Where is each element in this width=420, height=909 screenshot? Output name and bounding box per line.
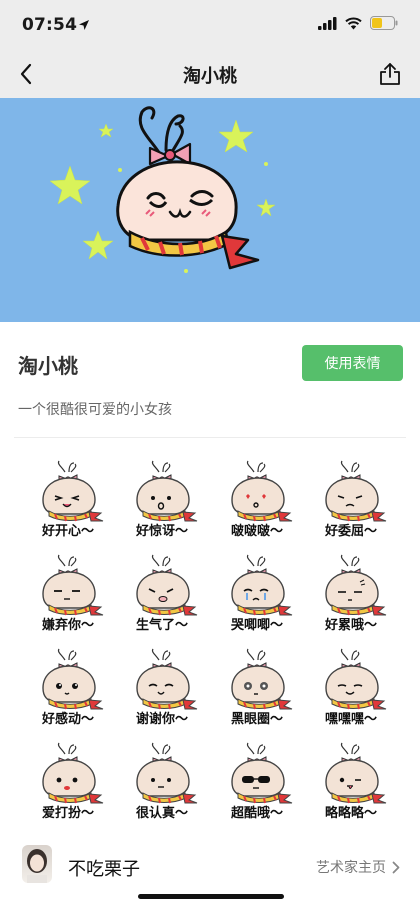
- sticker-caption: 好累哦～: [324, 618, 377, 633]
- sticker-item[interactable]: 好委屈～: [304, 460, 398, 550]
- sticker-face-icon: [325, 648, 387, 710]
- sticker-caption: 好惊讶～: [135, 524, 188, 539]
- sticker-item[interactable]: 生气了～: [115, 554, 209, 644]
- sticker-face-icon: [136, 460, 198, 522]
- sticker-caption: 嘿嘿嘿～: [324, 712, 377, 727]
- sticker-face-icon: [42, 460, 104, 522]
- sticker-item[interactable]: 好感动～: [21, 648, 115, 738]
- sticker-item[interactable]: 超酷哦～: [210, 742, 304, 832]
- share-icon: [380, 63, 400, 85]
- divider: [14, 437, 406, 438]
- sticker-item[interactable]: 嘿嘿嘿～: [304, 648, 398, 738]
- sticker-item[interactable]: 啵啵啵～: [210, 460, 304, 550]
- sticker-item[interactable]: 谢谢你～: [115, 648, 209, 738]
- page-title: 淘小桃: [183, 66, 237, 87]
- sticker-caption: 黑眼圈～: [230, 712, 283, 727]
- sticker-caption: 哭唧唧～: [230, 618, 283, 633]
- sticker-caption: 爱打扮～: [41, 806, 94, 821]
- location-arrow-icon: [79, 20, 89, 30]
- sticker-face-icon: [325, 742, 387, 804]
- wifi-icon: [345, 16, 362, 29]
- sticker-item[interactable]: 哭唧唧～: [210, 554, 304, 644]
- sticker-item[interactable]: 爱打扮～: [21, 742, 115, 832]
- sticker-item[interactable]: 好开心～: [21, 460, 115, 550]
- share-button[interactable]: [374, 58, 406, 90]
- sticker-item[interactable]: 好惊讶～: [115, 460, 209, 550]
- sticker-face-icon: [231, 460, 293, 522]
- sticker-face-icon: [42, 554, 104, 616]
- signal-icon: [318, 16, 337, 30]
- sticker-face-icon: [42, 648, 104, 710]
- battery-icon: [370, 16, 398, 30]
- sticker-face-icon: [136, 554, 198, 616]
- pack-name: 淘小桃: [18, 354, 78, 378]
- sticker-face-icon: [231, 648, 293, 710]
- artist-homepage-link[interactable]: 艺术家主页: [316, 857, 400, 877]
- nav-bar: 淘小桃: [0, 50, 420, 98]
- status-icons: [318, 16, 398, 30]
- artist-name: 不吃栗子: [68, 859, 140, 880]
- sticker-caption: 好开心～: [41, 524, 94, 539]
- sticker-item[interactable]: 很认真～: [115, 742, 209, 832]
- star-icon: [98, 123, 114, 138]
- sticker-item[interactable]: 好累哦～: [304, 554, 398, 644]
- sticker-item[interactable]: 嫌弃你～: [21, 554, 115, 644]
- sticker-face-icon: [231, 554, 293, 616]
- sticker-caption: 好委屈～: [324, 524, 377, 539]
- banner-illustration: [49, 106, 276, 273]
- status-bar: 07:54: [0, 0, 420, 50]
- chevron-right-icon: [392, 861, 400, 873]
- pack-info: 淘小桃 使用表情 一个很酷很可爱的小女孩: [0, 322, 420, 440]
- sticker-caption: 谢谢你～: [135, 712, 188, 727]
- star-icon: [82, 230, 114, 260]
- sticker-face-icon: [325, 554, 387, 616]
- star-icon: [256, 198, 276, 217]
- sticker-grid: 好开心～ 好惊讶～ 啵啵啵～ 好委屈～ 嫌弃你～ 生气了～ 哭唧唧～ 好累哦～ 好感动～ 谢谢你～…: [0, 450, 420, 825]
- pack-description: 一个很酷很可爱的小女孩: [18, 402, 172, 418]
- status-time: 07:54: [22, 15, 78, 35]
- sticker-caption: 嫌弃你～: [41, 618, 94, 633]
- sticker-face-icon: [325, 460, 387, 522]
- artist-row[interactable]: 不吃栗子 艺术家主页: [0, 840, 420, 890]
- sticker-face-icon: [136, 742, 198, 804]
- sticker-face-icon: [136, 648, 198, 710]
- sticker-item[interactable]: 略略略～: [304, 742, 398, 832]
- sticker-caption: 啵啵啵～: [230, 524, 283, 539]
- sticker-caption: 很认真～: [135, 806, 188, 821]
- sticker-caption: 生气了～: [135, 618, 188, 633]
- sticker-caption: 超酷哦～: [230, 806, 283, 821]
- sticker-face-icon: [42, 742, 104, 804]
- sticker-item[interactable]: 黑眼圈～: [210, 648, 304, 738]
- sticker-caption: 好感动～: [41, 712, 94, 727]
- star-icon: [49, 165, 91, 205]
- artist-homepage-label: 艺术家主页: [316, 860, 386, 876]
- sticker-face-icon: [231, 742, 293, 804]
- sticker-pack-banner: [0, 98, 420, 322]
- sticker-caption: 略略略～: [324, 806, 377, 821]
- artist-avatar: [22, 845, 52, 883]
- use-stickers-button[interactable]: 使用表情: [302, 345, 403, 381]
- home-indicator: [138, 894, 284, 899]
- star-icon: [218, 119, 254, 153]
